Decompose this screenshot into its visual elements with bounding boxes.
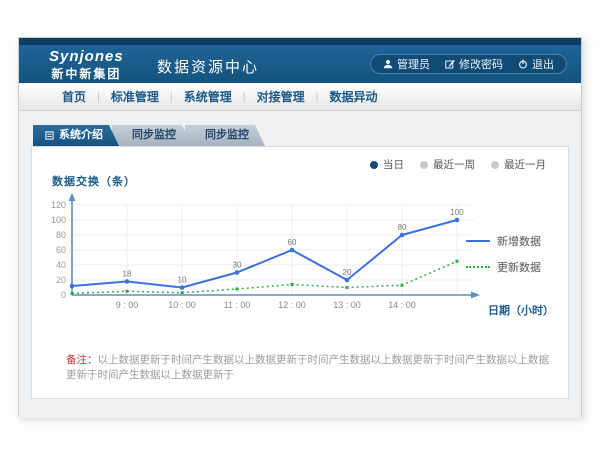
svg-text:20: 20 (343, 268, 352, 277)
time-range-selector: 当日 最近一周 最近一月 (370, 157, 546, 172)
change-password-label: 修改密码 (459, 56, 503, 72)
document-icon (45, 131, 54, 140)
svg-text:0: 0 (61, 290, 66, 300)
svg-text:60: 60 (288, 238, 297, 247)
svg-text:20: 20 (56, 275, 66, 285)
svg-text:9 : 00: 9 : 00 (116, 300, 139, 310)
logo-company-name: 新中新集团 (49, 65, 124, 82)
nav-item-data-change[interactable]: 数据异动 (319, 88, 389, 105)
svg-text:12 : 00: 12 : 00 (278, 300, 306, 310)
user-icon (383, 59, 393, 69)
svg-text:60: 60 (56, 245, 66, 255)
app-window: Synjones 新中新集团 数据资源中心 管理员 修改密 (18, 37, 582, 417)
logout-label: 退出 (532, 56, 554, 72)
legend-item-new-data[interactable]: 新增数据 (466, 233, 558, 249)
current-user[interactable]: 管理员 (383, 56, 430, 72)
current-user-label: 管理员 (397, 56, 430, 72)
radio-label: 最近一月 (504, 157, 546, 172)
tab-sync-monitor-2[interactable]: 同步监控 (185, 125, 265, 146)
line-chart: 0 20 40 60 80 100 120 9 : 00 10 : 00 11 : 00 12 : … (42, 191, 502, 321)
footnote-label: 备注： (66, 354, 98, 366)
legend-line-swatch-new (466, 240, 490, 242)
nav-item-standard-mgmt[interactable]: 标准管理 (100, 88, 170, 105)
chart-container: 0 20 40 60 80 100 120 9 : 00 10 : 00 11 : 00 12 : … (42, 191, 502, 321)
svg-text:100: 100 (51, 215, 66, 225)
tab-bar: 系统介绍 同步监控 同步监控 (33, 125, 569, 146)
radio-dot (491, 161, 499, 169)
footnote-text: 以上数据更新于时间产生数据以上数据更新于时间产生数据以上数据更新于时间产生数据以… (66, 354, 549, 381)
svg-text:100: 100 (450, 208, 464, 217)
svg-text:120: 120 (51, 200, 66, 210)
user-menu: 管理员 修改密码 退出 (370, 54, 567, 74)
top-accent-strip (19, 38, 581, 45)
radio-label: 当日 (383, 157, 404, 172)
tab-label: 同步监控 (132, 125, 176, 146)
logout-button[interactable]: 退出 (518, 56, 554, 72)
legend-label: 更新数据 (497, 259, 541, 275)
radio-last-week[interactable]: 最近一周 (420, 157, 475, 172)
svg-text:14 : 00: 14 : 00 (388, 300, 416, 310)
tab-system-intro[interactable]: 系统介绍 (33, 125, 119, 146)
logo-brand-text: Synjones (49, 48, 124, 65)
nav-item-system-mgmt[interactable]: 系统管理 (173, 88, 243, 105)
screenshot-stage: Synjones 新中新集团 数据资源中心 管理员 修改密 (0, 0, 600, 450)
app-header: Synjones 新中新集团 数据资源中心 管理员 修改密 (19, 45, 581, 83)
tab-sync-monitor-1[interactable]: 同步监控 (112, 125, 192, 146)
x-axis-title: 日期（小时） (488, 302, 554, 318)
nav-item-home[interactable]: 首页 (51, 88, 97, 105)
main-nav: 首页 | 标准管理 | 系统管理 | 对接管理 | 数据异动 (19, 83, 581, 111)
svg-text:18: 18 (123, 270, 132, 279)
radio-dot (370, 161, 378, 169)
page-title: 数据资源中心 (157, 56, 259, 77)
series-legend: 新增数据 更新数据 (466, 233, 558, 285)
radio-dot (420, 161, 428, 169)
svg-text:10: 10 (178, 276, 187, 285)
legend-item-update-data[interactable]: 更新数据 (466, 259, 558, 275)
svg-text:40: 40 (56, 260, 66, 270)
tab-label: 同步监控 (205, 125, 249, 146)
legend-label: 新增数据 (497, 233, 541, 249)
svg-text:80: 80 (398, 223, 407, 232)
tab-label: 系统介绍 (59, 125, 103, 146)
y-axis-title: 数据交换（条） (52, 173, 136, 189)
svg-text:30: 30 (233, 261, 242, 270)
content-area: 系统介绍 同步监控 同步监控 当日 最近一周 (19, 111, 581, 418)
svg-text:10 : 00: 10 : 00 (168, 300, 196, 310)
radio-last-month[interactable]: 最近一月 (491, 157, 546, 172)
svg-text:80: 80 (56, 230, 66, 240)
edit-icon (445, 59, 455, 69)
change-password-button[interactable]: 修改密码 (445, 56, 503, 72)
chart-panel: 当日 最近一周 最近一月 数据交换（条） 0 20 40 60 80 100 120 9 : … (31, 146, 569, 399)
legend-line-swatch-update (466, 266, 490, 268)
svg-text:13 : 00: 13 : 00 (333, 300, 361, 310)
nav-item-interface-mgmt[interactable]: 对接管理 (246, 88, 316, 105)
radio-today[interactable]: 当日 (370, 157, 404, 172)
svg-text:11 : 00: 11 : 00 (224, 300, 251, 310)
radio-label: 最近一周 (433, 157, 475, 172)
power-icon (518, 59, 528, 69)
company-logo: Synjones 新中新集团 (49, 48, 124, 82)
footnote: 备注：以上数据更新于时间产生数据以上数据更新于时间产生数据以上数据更新于时间产生… (66, 353, 550, 382)
